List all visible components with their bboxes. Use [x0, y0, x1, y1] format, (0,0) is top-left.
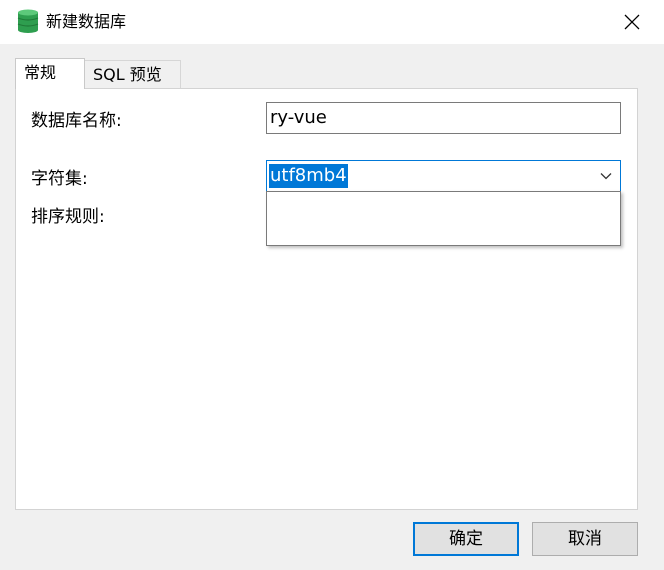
collation-label: 排序规则:	[31, 207, 105, 227]
cancel-button[interactable]: 取消	[532, 522, 638, 556]
general-panel	[15, 88, 638, 510]
database-name-label: 数据库名称:	[31, 111, 122, 131]
database-icon	[17, 9, 39, 33]
charset-select[interactable]: utf8mb4	[266, 160, 621, 192]
title-bar: 新建数据库	[0, 0, 664, 44]
tab-general[interactable]: 常规	[15, 58, 85, 89]
charset-label: 字符集:	[31, 169, 88, 189]
tab-sql-preview[interactable]: SQL 预览	[85, 60, 181, 88]
database-name-input[interactable]: ry-vue	[266, 102, 621, 134]
chevron-down-icon	[600, 173, 612, 180]
charset-value: utf8mb4	[269, 164, 348, 188]
ok-button[interactable]: 确定	[413, 522, 519, 556]
close-button[interactable]	[618, 8, 646, 36]
charset-dropdown-list[interactable]	[266, 191, 621, 246]
window-title: 新建数据库	[46, 12, 127, 31]
close-icon	[624, 14, 640, 30]
